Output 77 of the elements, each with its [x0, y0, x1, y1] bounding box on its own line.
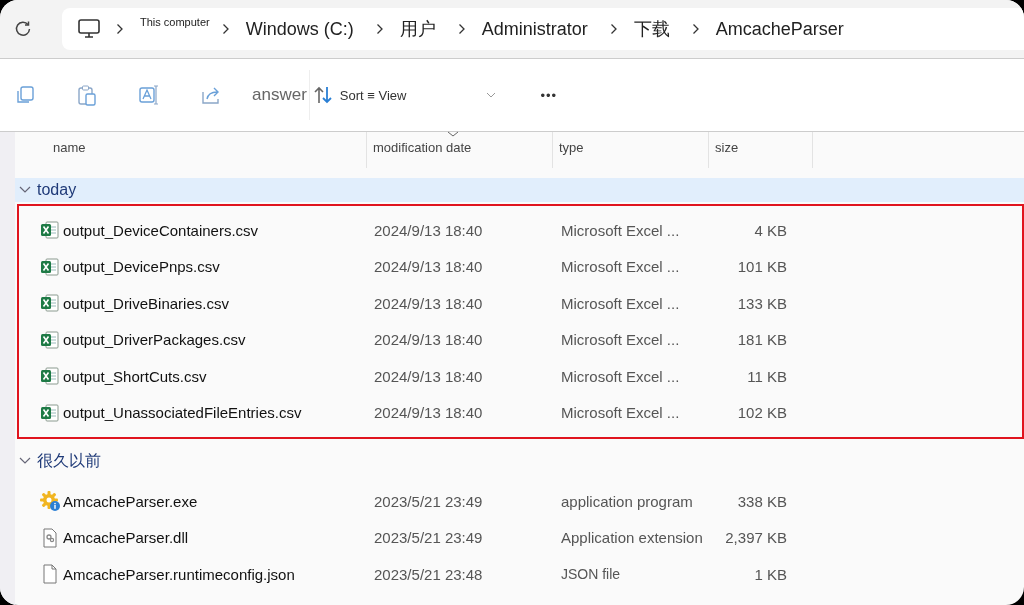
- spreadsheet-file-icon: [40, 220, 60, 241]
- chevron-down-icon: [19, 457, 31, 465]
- file-type: Microsoft Excel ...: [561, 367, 681, 385]
- file-name[interactable]: output_UnassociatedFileEntries.csv: [63, 404, 374, 422]
- file-name[interactable]: output_DevicePnps.csv: [63, 258, 374, 276]
- file-name[interactable]: output_DeviceContainers.csv: [63, 221, 374, 239]
- chevron-right-icon: [221, 23, 230, 35]
- file-type: application program: [561, 492, 694, 510]
- breadcrumb-item[interactable]: 用户: [399, 17, 436, 41]
- breadcrumb-item[interactable]: Administrator: [481, 18, 588, 40]
- modified-date: 2024/9/13 18:40: [374, 404, 484, 422]
- column-header[interactable]: size: [709, 132, 813, 168]
- column-header[interactable]: type: [553, 132, 709, 168]
- dropdown-caret-icon[interactable]: [486, 92, 497, 98]
- group-label: 很久以前: [37, 450, 101, 471]
- spreadsheet-file-icon: [40, 366, 60, 387]
- column-header[interactable]: modification date: [367, 132, 553, 168]
- modified-date: 2024/9/13 18:40: [374, 258, 484, 276]
- file-size: 181 KB: [736, 331, 787, 349]
- group-label: today: [37, 181, 77, 199]
- modified-date: 2024/9/13 18:40: [374, 221, 484, 239]
- address-bar[interactable]: This computer Windows (C:) 用户 Administrator 下载 AmcacheParser: [62, 8, 1024, 50]
- spreadsheet-file-icon: [40, 329, 60, 350]
- paste-icon[interactable]: [76, 84, 98, 106]
- breadcrumb-item[interactable]: Windows (C:): [245, 18, 354, 40]
- file-size: 102 KB: [736, 404, 787, 422]
- toolbar-label: answer: [252, 85, 307, 105]
- file-name[interactable]: AmcacheParser.dll: [63, 529, 374, 547]
- spreadsheet-file-icon: [40, 402, 60, 423]
- file-size: 2,397 KB: [724, 529, 787, 547]
- breadcrumb-item[interactable]: AmcacheParser: [715, 18, 844, 40]
- group-header[interactable]: 很久以前: [15, 449, 1024, 473]
- chevron-right-icon: [116, 23, 124, 35]
- rename-icon[interactable]: [138, 84, 160, 106]
- copy-icon[interactable]: [14, 84, 36, 106]
- file-type: Application extension: [561, 529, 704, 547]
- modified-date: 2024/9/13 18:40: [374, 331, 484, 349]
- modified-date: 2023/5/21 23:49: [374, 529, 484, 547]
- file-type: Microsoft Excel ...: [561, 294, 681, 312]
- group-header[interactable]: today: [15, 178, 1024, 202]
- spreadsheet-file-icon: [40, 256, 60, 277]
- file-name[interactable]: output_DriverPackages.csv: [63, 331, 374, 349]
- chevron-right-icon: [691, 23, 700, 35]
- spreadsheet-file-icon: [40, 293, 60, 314]
- modified-date: 2023/5/21 23:48: [374, 565, 484, 583]
- sort-view-button[interactable]: Sort ≡ View: [339, 87, 407, 103]
- file-size: 11 KB: [746, 367, 787, 385]
- computer-icon: [78, 19, 100, 39]
- file-type: Microsoft Excel ...: [561, 221, 681, 239]
- file-name[interactable]: output_DriveBinaries.csv: [63, 294, 374, 312]
- file-type: Microsoft Excel ...: [561, 404, 681, 422]
- refresh-icon[interactable]: [14, 20, 32, 38]
- settings-file-icon: [41, 527, 59, 548]
- chevron-right-icon: [609, 23, 618, 35]
- more-options-button[interactable]: •••: [540, 87, 558, 103]
- file-type: JSON file: [561, 566, 622, 583]
- blank-file-icon: [41, 564, 59, 585]
- chevron-right-icon: [375, 23, 384, 35]
- gear-icon: [39, 490, 61, 513]
- file-name[interactable]: AmcacheParser.runtimeconfig.json: [63, 565, 374, 583]
- modified-date: 2024/9/13 18:40: [374, 294, 484, 312]
- file-size: 4 KB: [753, 221, 787, 239]
- file-type: Microsoft Excel ...: [561, 331, 681, 349]
- chevron-down-icon: [19, 186, 31, 194]
- chevron-right-icon: [457, 23, 466, 35]
- file-size: 338 KB: [736, 492, 787, 510]
- modified-date: 2024/9/13 18:40: [374, 367, 484, 385]
- breadcrumb-item[interactable]: 下载: [633, 17, 670, 41]
- file-size: 133 KB: [736, 294, 787, 312]
- file-size: 101 KB: [736, 258, 787, 276]
- file-size: 1 KB: [753, 565, 787, 583]
- file-name[interactable]: AmcacheParser.exe: [63, 492, 374, 510]
- breadcrumb-item[interactable]: This computer: [140, 16, 210, 28]
- modified-date: 2023/5/21 23:49: [374, 492, 484, 510]
- file-type: Microsoft Excel ...: [561, 258, 681, 276]
- file-name[interactable]: output_ShortCuts.csv: [63, 367, 374, 385]
- column-header[interactable]: name: [15, 132, 367, 168]
